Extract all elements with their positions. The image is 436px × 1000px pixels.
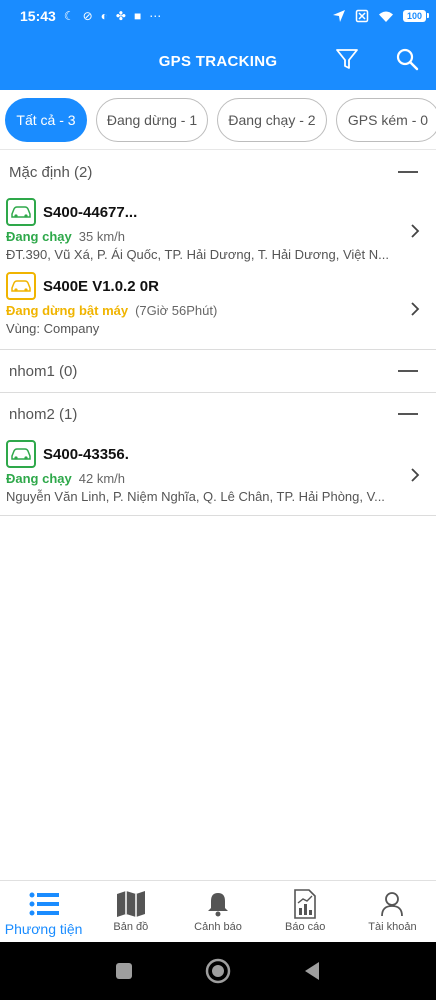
chip-running[interactable]: Đang chạy - 2 <box>217 97 327 142</box>
back-triangle-icon <box>305 962 319 980</box>
group-header[interactable]: nhom2 (1) <box>0 393 436 435</box>
user-icon <box>381 892 404 917</box>
collapse-icon[interactable] <box>398 370 418 372</box>
map-icon <box>116 891 145 917</box>
chip-all[interactable]: Tất cả - 3 <box>5 97 87 142</box>
square-icon <box>116 963 132 979</box>
group-header[interactable]: Mặc định (2) <box>0 151 436 193</box>
back-button[interactable] <box>303 961 321 981</box>
app-bar: GPS TRACKING <box>0 32 436 90</box>
nav-label: Bản đồ <box>113 921 149 933</box>
vehicle-status: Đang chạy <box>6 471 72 486</box>
chip-stopped[interactable]: Đang dừng - 1 <box>96 97 208 142</box>
status-time: 15:43 <box>20 8 56 24</box>
vehicle-list: Mặc định (2) S400-44677... Đang chạy 35 … <box>0 151 436 516</box>
car-icon <box>6 198 36 226</box>
search-icon <box>396 48 419 71</box>
collapse-icon[interactable] <box>398 171 418 173</box>
chevron-right-icon <box>411 468 420 482</box>
more-dots-icon: ⋯ <box>149 9 162 23</box>
vehicle-item[interactable]: S400-43356. Đang chạy 42 km/h Nguyễn Văn… <box>0 435 436 515</box>
recents-button[interactable] <box>115 962 133 980</box>
nav-label: Cảnh báo <box>194 921 242 933</box>
chip-weak-gps[interactable]: GPS kém - 0 <box>336 97 436 142</box>
battery-indicator: 100 <box>402 10 430 22</box>
car-icon <box>6 272 36 300</box>
chevron-right-icon <box>411 302 420 316</box>
nav-label: Phương tiện <box>4 921 83 937</box>
filter-chips: Tất cả - 3 Đang dừng - 1 Đang chạy - 2 G… <box>0 90 436 150</box>
group-title: nhom1 (0) <box>9 362 78 380</box>
search-button[interactable] <box>394 46 420 72</box>
vehicle-duration: (7Giờ 56Phút) <box>135 303 218 318</box>
vehicle-status: Đang dừng bật máy <box>6 303 129 318</box>
vehicle-address: Nguyễn Văn Linh, P. Niệm Nghĩa, Q. Lê Ch… <box>6 489 385 504</box>
group-title: Mặc định (2) <box>9 163 93 181</box>
chevron-right-icon <box>411 224 420 238</box>
fan-icon: ✤ <box>115 9 126 23</box>
divider <box>0 515 436 516</box>
location-icon <box>332 10 345 22</box>
vehicle-status: Đang chạy <box>6 229 72 244</box>
nav-label: Báo cáo <box>285 921 326 933</box>
vehicle-speed: 42 km/h <box>78 471 125 486</box>
system-nav-bar <box>0 942 436 1000</box>
vehicle-item[interactable]: S400E V1.0.2 0R Đang dừng bật máy (7Giờ … <box>0 269 436 349</box>
bell-icon <box>208 893 228 917</box>
nav-label: Tài khoản <box>368 921 417 933</box>
mute-icon: ⊘ <box>82 9 93 23</box>
group-title: nhom2 (1) <box>9 405 78 423</box>
filter-button[interactable] <box>334 46 360 72</box>
vehicle-plate: S400-43356. <box>43 445 129 463</box>
vehicle-plate: S400E V1.0.2 0R <box>43 277 159 295</box>
group-header[interactable]: nhom1 (0) <box>0 350 436 392</box>
collapse-icon[interactable] <box>398 413 418 415</box>
square-icon: ■ <box>133 9 142 23</box>
half-circle-icon: ◐ <box>100 9 108 23</box>
vehicle-zone: Vùng: Company <box>6 321 100 336</box>
vehicle-speed: 35 km/h <box>78 229 125 244</box>
nav-account[interactable]: Tài khoản <box>349 881 436 942</box>
nav-alerts[interactable]: Cảnh báo <box>174 881 261 942</box>
vehicle-plate: S400-44677... <box>43 203 138 221</box>
vehicle-address: ĐT.390, Vũ Xá, P. Ái Quốc, TP. Hải Dương… <box>6 247 389 262</box>
bottom-nav: Phương tiện Bản đồ Cảnh báo Báo cáo Tài … <box>0 880 436 942</box>
wifi-icon <box>378 11 393 22</box>
home-button[interactable] <box>205 958 231 984</box>
sim-off-icon <box>355 9 369 23</box>
list-icon <box>29 892 59 916</box>
nav-map[interactable]: Bản đồ <box>87 881 174 942</box>
car-icon <box>6 440 36 468</box>
moon-icon: ☾ <box>63 9 75 23</box>
vehicle-item[interactable]: S400-44677... Đang chạy 35 km/h ĐT.390, … <box>0 193 436 269</box>
nav-vehicles[interactable]: Phương tiện <box>0 881 87 942</box>
page-title: GPS TRACKING <box>158 52 278 70</box>
status-bar: 15:43 ☾ ⊘ ◐ ✤ ■ ⋯ 100 <box>0 0 436 32</box>
filter-icon <box>336 49 358 69</box>
home-circle-icon <box>205 958 231 984</box>
app-header: 15:43 ☾ ⊘ ◐ ✤ ■ ⋯ 100 GPS TRACKING <box>0 0 436 90</box>
report-icon <box>294 889 317 919</box>
nav-reports[interactable]: Báo cáo <box>262 881 349 942</box>
